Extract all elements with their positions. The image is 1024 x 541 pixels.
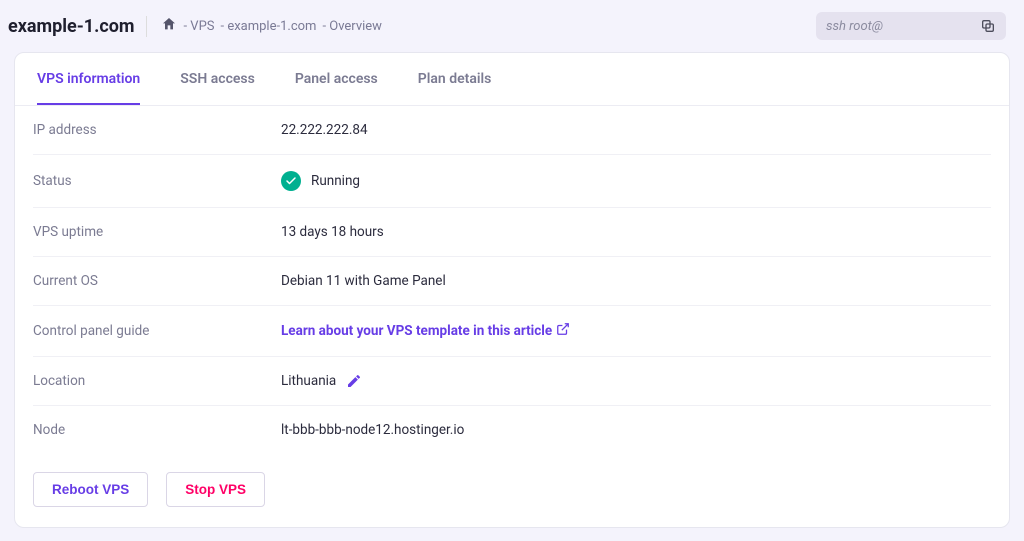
uptime-label: VPS uptime	[33, 224, 281, 240]
uptime-value: 13 days 18 hours	[281, 224, 384, 240]
copy-icon[interactable]	[980, 18, 996, 34]
os-value: Debian 11 with Game Panel	[281, 273, 446, 289]
location-value: Lithuania	[281, 373, 336, 389]
status-label: Status	[33, 173, 281, 189]
stop-button[interactable]: Stop VPS	[166, 472, 265, 507]
ip-value: 22.222.222.84	[281, 122, 368, 138]
breadcrumb-overview: - Overview	[322, 19, 382, 34]
node-value: lt-bbb-bbb-node12.hostinger.io	[281, 422, 464, 438]
info-table: IP address 22.222.222.84 Status Running …	[15, 106, 1009, 454]
tab-vps-information[interactable]: VPS information	[37, 53, 140, 105]
guide-link-text: Learn about your VPS template in this ar…	[281, 323, 552, 339]
location-label: Location	[33, 373, 281, 389]
row-status: Status Running	[33, 155, 991, 208]
row-os: Current OS Debian 11 with Game Panel	[33, 257, 991, 306]
status-value: Running	[311, 173, 360, 189]
row-node: Node lt-bbb-bbb-node12.hostinger.io	[33, 406, 991, 454]
ip-label: IP address	[33, 122, 281, 138]
row-uptime: VPS uptime 13 days 18 hours	[33, 208, 991, 257]
external-link-icon	[556, 322, 570, 340]
status-check-icon	[281, 171, 301, 191]
tab-panel-access[interactable]: Panel access	[295, 53, 378, 105]
breadcrumb-domain: - example-1.com	[221, 19, 317, 34]
breadcrumb-vps: - VPS	[183, 19, 214, 34]
domain-title: example-1.com	[8, 16, 147, 37]
main-card: VPS information SSH access Panel access …	[14, 52, 1010, 528]
home-icon[interactable]	[161, 16, 177, 36]
tab-plan-details[interactable]: Plan details	[418, 53, 492, 105]
guide-label: Control panel guide	[33, 323, 281, 339]
row-guide: Control panel guide Learn about your VPS…	[33, 306, 991, 357]
guide-link[interactable]: Learn about your VPS template in this ar…	[281, 322, 570, 340]
node-label: Node	[33, 422, 281, 438]
breadcrumb: - VPS - example-1.com - Overview	[161, 16, 802, 36]
row-ip: IP address 22.222.222.84	[33, 106, 991, 155]
row-location: Location Lithuania	[33, 357, 991, 406]
os-label: Current OS	[33, 273, 281, 289]
page-header: example-1.com - VPS - example-1.com - Ov…	[0, 0, 1024, 52]
ssh-command-text: ssh root@	[826, 19, 883, 34]
action-bar: Reboot VPS Stop VPS	[15, 454, 1009, 527]
tab-ssh-access[interactable]: SSH access	[180, 53, 255, 105]
ssh-command-box[interactable]: ssh root@	[816, 12, 1006, 40]
edit-icon[interactable]	[346, 373, 362, 389]
tab-bar: VPS information SSH access Panel access …	[15, 53, 1009, 106]
reboot-button[interactable]: Reboot VPS	[33, 472, 148, 507]
